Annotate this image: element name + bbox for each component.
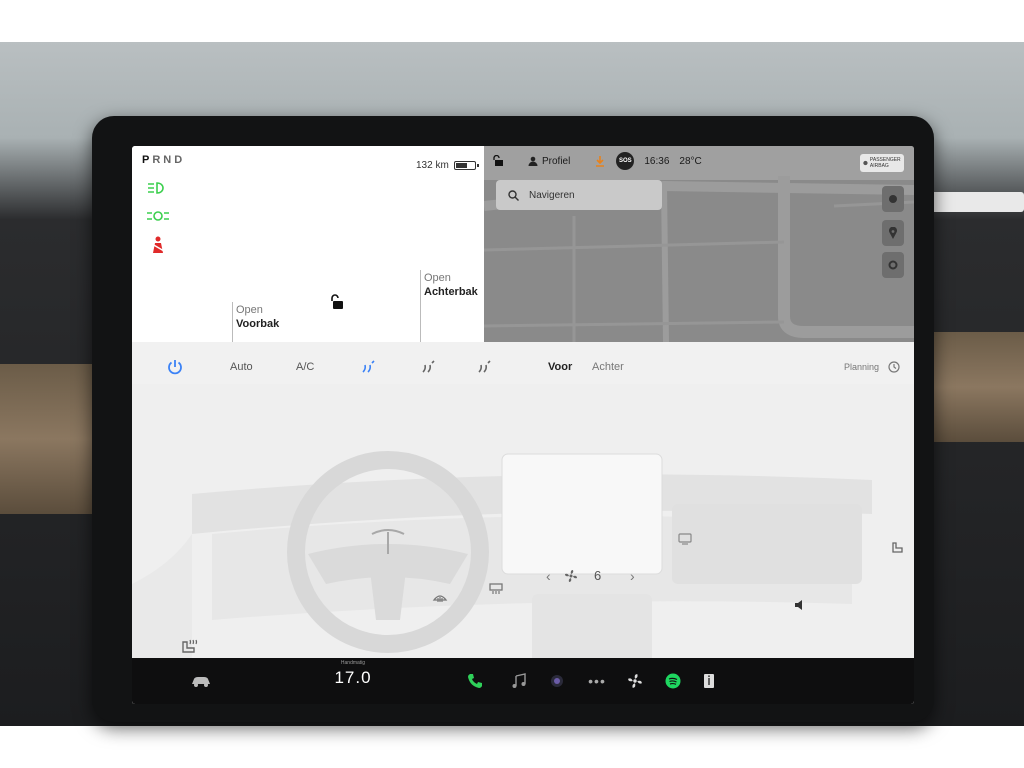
map-settings-button[interactable] <box>882 252 904 278</box>
clock: 16:36 <box>644 155 670 167</box>
gear-d: D <box>174 154 186 166</box>
temperature-mode-label: Handmatig <box>340 660 366 666</box>
camera-icon[interactable] <box>546 670 568 692</box>
compass-icon <box>889 195 897 203</box>
map-pin-button[interactable] <box>882 220 904 246</box>
temperature-value: 17.0 <box>334 668 372 687</box>
airflow-face-feet-button[interactable] <box>360 352 376 382</box>
person-icon <box>528 156 538 166</box>
sos-button[interactable]: SOS <box>616 152 635 170</box>
fan-decrease-button[interactable]: ‹ <box>546 568 551 584</box>
map-compass-button[interactable] <box>882 186 904 212</box>
navigation-search[interactable]: Navigeren <box>496 180 662 210</box>
touchscreen-bezel: PRND 132 km Open Voorbak Open Achterbak … <box>92 116 934 722</box>
tab-rear[interactable]: Achter <box>592 352 624 382</box>
phone-icon[interactable] <box>464 670 486 692</box>
climate-power-button[interactable] <box>166 352 184 382</box>
gear-n: N <box>163 154 175 166</box>
climate-panel: Auto A/C Voor Achter Planning ‹ 6 › <box>132 342 914 704</box>
manual-icon[interactable] <box>698 670 720 692</box>
fan-speed-value: 6 <box>594 568 602 583</box>
gear-p: P <box>142 154 153 166</box>
search-placeholder: Navigeren <box>529 189 575 201</box>
parking-light-icon <box>146 208 170 224</box>
navigation-map[interactable]: Profiel SOS 16:36 28°C PASSENGER AIRBAG … <box>484 146 914 342</box>
car-status-panel: PRND 132 km Open Voorbak Open Achterbak <box>132 146 484 342</box>
car-icon[interactable] <box>190 670 212 692</box>
airflow-defrost-icon <box>478 360 491 373</box>
fan-icon <box>564 569 578 588</box>
unlock-icon[interactable] <box>328 294 344 310</box>
ac-button[interactable]: A/C <box>296 352 314 382</box>
gear-selector-display: PRND <box>142 154 185 166</box>
frunk-label[interactable]: Voorbak <box>236 318 279 330</box>
fan-app-icon[interactable] <box>624 670 646 692</box>
lock-status-icon[interactable] <box>492 155 504 167</box>
cabin-illustration <box>132 384 914 704</box>
profile-button[interactable]: Profiel <box>528 156 570 167</box>
passenger-airbag-indicator: PASSENGER AIRBAG <box>860 154 904 172</box>
music-icon[interactable] <box>508 670 530 692</box>
climate-controls: Auto A/C Voor Achter Planning <box>132 352 914 382</box>
front-defrost-button[interactable] <box>432 590 448 609</box>
frunk-pointer-line <box>232 302 233 342</box>
profile-label: Profiel <box>542 155 571 167</box>
outside-temperature: 28°C <box>679 155 702 167</box>
pin-icon <box>889 227 897 239</box>
taskbar: Handmatig 17.0 ••• <box>132 658 914 704</box>
airbag-icon <box>863 160 868 166</box>
passenger-airbag-label: PASSENGER AIRBAG <box>869 157 901 169</box>
trunk-pointer-line <box>420 270 421 342</box>
planning-button[interactable]: Planning <box>844 352 879 382</box>
range-indicator: 132 km <box>416 160 479 171</box>
seatbelt-warning-icon <box>146 236 170 253</box>
airflow-feet-icon <box>422 360 435 373</box>
airflow-feet-button[interactable] <box>420 352 436 382</box>
driver-temperature-control[interactable]: Handmatig 17.0 <box>322 660 384 702</box>
spotify-icon[interactable] <box>662 670 684 692</box>
rear-defrost-button[interactable] <box>488 582 504 601</box>
driver-seat-heater-button[interactable] <box>180 636 198 659</box>
range-value: 132 km <box>416 160 449 171</box>
passenger-seat-heater-button[interactable] <box>890 538 906 559</box>
frunk-status[interactable]: Open <box>236 304 263 316</box>
trunk-status[interactable]: Open <box>424 272 451 284</box>
tab-front[interactable]: Voor <box>548 352 572 382</box>
headlight-icon <box>146 180 170 196</box>
gear-icon <box>888 260 898 270</box>
airflow-defrost-button[interactable] <box>476 352 492 382</box>
touchscreen: PRND 132 km Open Voorbak Open Achterbak … <box>132 146 914 704</box>
clock-icon[interactable] <box>888 352 900 382</box>
auto-button[interactable]: Auto <box>230 352 253 382</box>
status-bar: Profiel SOS 16:36 28°C <box>484 146 914 176</box>
more-apps-icon[interactable]: ••• <box>586 670 608 692</box>
battery-icon <box>453 161 479 170</box>
fan-increase-button[interactable]: › <box>630 568 635 584</box>
dashboard-wood-right <box>924 332 1024 442</box>
airflow-icon <box>362 360 375 373</box>
rear-screen-icon[interactable] <box>678 532 692 550</box>
power-icon <box>168 360 182 375</box>
volume-icon[interactable] <box>794 598 806 616</box>
trunk-label[interactable]: Achterbak <box>424 286 478 298</box>
gear-r: R <box>152 154 164 166</box>
software-update-icon[interactable] <box>594 155 606 167</box>
search-icon <box>508 189 519 201</box>
